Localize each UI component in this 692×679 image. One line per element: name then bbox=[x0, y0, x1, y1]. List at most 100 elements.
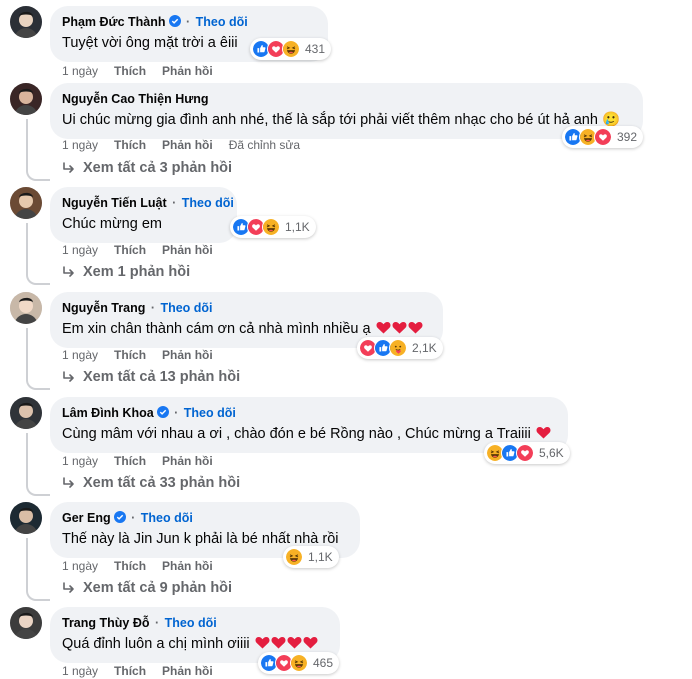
reply-arrow-icon bbox=[63, 582, 74, 593]
author-name[interactable]: Lâm Đình Khoa bbox=[62, 406, 154, 420]
edited-label: Đã chỉnh sửa bbox=[228, 138, 301, 152]
comment-actions: 1 ngày Thích Phản hồi bbox=[62, 454, 229, 468]
view-replies-link[interactable]: Xem tất cả 3 phản hồi bbox=[62, 160, 232, 176]
verified-badge-icon bbox=[168, 15, 181, 27]
like-button[interactable]: Thích bbox=[114, 64, 146, 78]
like-button[interactable]: Thích bbox=[114, 454, 146, 468]
reaction-count: 431 bbox=[305, 42, 326, 56]
reply-arrow-icon bbox=[63, 162, 74, 173]
heart-emoji-icon bbox=[255, 636, 270, 651]
view-replies-link[interactable]: Xem tất cả 33 phản hồi bbox=[62, 475, 240, 491]
like-button[interactable]: Thích bbox=[114, 348, 146, 362]
like-button[interactable]: Thích bbox=[114, 138, 146, 152]
comment-bubble: Nguyễn Cao Thiện Hưng Ui chúc mừng gia đì… bbox=[50, 83, 643, 139]
timestamp[interactable]: 1 ngày bbox=[62, 138, 98, 152]
timestamp[interactable]: 1 ngày bbox=[62, 64, 98, 78]
comment-body: Em xin chân thành cám ơn cả nhà mình nhi… bbox=[62, 321, 371, 337]
reply-button[interactable]: Phản hồi bbox=[162, 64, 213, 78]
avatar[interactable] bbox=[10, 502, 42, 534]
separator-dot: · bbox=[151, 616, 163, 630]
comment-text: Em xin chân thành cám ơn cả nhà mình nhi… bbox=[62, 319, 431, 339]
comment-header: Nguyễn Tiến Luật · Theo dõi bbox=[62, 195, 234, 212]
comment-header: Nguyễn Trang · Theo dõi bbox=[62, 300, 431, 317]
follow-button[interactable]: Theo dõi bbox=[141, 511, 193, 525]
thread-line bbox=[26, 223, 28, 269]
view-replies-label: Xem tất cả 3 phản hồi bbox=[83, 160, 233, 176]
author-name[interactable]: Nguyễn Tiến Luật bbox=[62, 196, 167, 210]
author-name[interactable]: Trang Thùy Đỗ bbox=[62, 616, 150, 630]
reply-button[interactable]: Phản hồi bbox=[162, 664, 213, 678]
follow-button[interactable]: Theo dõi bbox=[196, 15, 248, 29]
verified-badge-icon bbox=[113, 511, 126, 523]
author-name[interactable]: Nguyễn Cao Thiện Hưng bbox=[62, 92, 209, 106]
reaction-summary[interactable]: 431 bbox=[250, 38, 332, 60]
heart-emoji-icon bbox=[287, 636, 302, 651]
timestamp[interactable]: 1 ngày bbox=[62, 348, 98, 362]
reply-button[interactable]: Phản hồi bbox=[162, 454, 213, 468]
view-replies-link[interactable]: Xem tất cả 13 phản hồi bbox=[62, 369, 240, 385]
thread-connector bbox=[26, 165, 50, 181]
avatar[interactable] bbox=[10, 187, 42, 219]
follow-button[interactable]: Theo dõi bbox=[160, 301, 212, 315]
heart-emoji-icon bbox=[408, 321, 423, 336]
view-replies-link[interactable]: Xem tất cả 9 phản hồi bbox=[62, 580, 232, 596]
reaction-summary[interactable]: 1,1K bbox=[283, 546, 339, 568]
reaction-count: 392 bbox=[617, 130, 638, 144]
follow-button[interactable]: Theo dõi bbox=[165, 616, 217, 630]
comment-body: Chúc mừng em bbox=[62, 216, 162, 232]
reaction-count: 465 bbox=[313, 656, 334, 670]
heart-emoji-icon bbox=[536, 426, 551, 441]
comment-text: Chúc mừng em bbox=[62, 214, 225, 234]
care-reaction-icon bbox=[389, 339, 407, 357]
thread-line bbox=[26, 538, 28, 585]
reaction-summary[interactable]: 5,6K bbox=[484, 442, 570, 464]
reply-button[interactable]: Phản hồi bbox=[162, 138, 213, 152]
comment-actions: 1 ngày Thích Phản hồi bbox=[62, 348, 229, 362]
view-replies-label: Xem 1 phản hồi bbox=[83, 264, 191, 280]
reaction-summary[interactable]: 465 bbox=[258, 652, 340, 674]
separator-dot: · bbox=[168, 196, 180, 210]
reply-button[interactable]: Phản hồi bbox=[162, 559, 213, 573]
follow-button[interactable]: Theo dõi bbox=[184, 406, 236, 420]
thread-connector bbox=[26, 269, 50, 285]
author-name[interactable]: Phạm Đức Thành bbox=[62, 15, 166, 29]
comment-header: Lâm Đình Khoa · Theo dõi bbox=[62, 405, 556, 422]
comment-actions: 1 ngày Thích Phản hồi bbox=[62, 243, 229, 257]
reply-button[interactable]: Phản hồi bbox=[162, 243, 213, 257]
comment-actions: 1 ngày Thích Phản hồi Đã chỉnh sửa bbox=[62, 138, 316, 152]
reaction-summary[interactable]: 1,1K bbox=[230, 216, 316, 238]
separator-dot: · bbox=[182, 15, 194, 29]
haha-reaction-icon bbox=[282, 40, 300, 58]
love-reaction-icon bbox=[516, 444, 534, 462]
view-replies-label: Xem tất cả 33 phản hồi bbox=[83, 475, 241, 491]
author-name[interactable]: Nguyễn Trang bbox=[62, 301, 145, 315]
heart-emoji-icon bbox=[392, 321, 407, 336]
view-replies-link[interactable]: Xem 1 phản hồi bbox=[62, 264, 190, 280]
comment-actions: 1 ngày Thích Phản hồi bbox=[62, 664, 229, 678]
reaction-summary[interactable]: 2,1K bbox=[357, 337, 443, 359]
reaction-count: 1,1K bbox=[285, 220, 310, 234]
author-name[interactable]: Ger Eng bbox=[62, 511, 111, 525]
timestamp[interactable]: 1 ngày bbox=[62, 243, 98, 257]
avatar[interactable] bbox=[10, 6, 42, 38]
avatar[interactable] bbox=[10, 83, 42, 115]
separator-dot: · bbox=[170, 406, 182, 420]
like-button[interactable]: Thích bbox=[114, 243, 146, 257]
follow-button[interactable]: Theo dõi bbox=[182, 196, 234, 210]
avatar[interactable] bbox=[10, 292, 42, 324]
timestamp[interactable]: 1 ngày bbox=[62, 454, 98, 468]
timestamp[interactable]: 1 ngày bbox=[62, 664, 98, 678]
like-button[interactable]: Thích bbox=[114, 559, 146, 573]
heart-emoji-icon bbox=[376, 321, 391, 336]
timestamp[interactable]: 1 ngày bbox=[62, 559, 98, 573]
like-button[interactable]: Thích bbox=[114, 664, 146, 678]
avatar[interactable] bbox=[10, 607, 42, 639]
reaction-summary[interactable]: 392 bbox=[562, 126, 644, 148]
reply-button[interactable]: Phản hồi bbox=[162, 348, 213, 362]
reaction-count: 2,1K bbox=[412, 341, 437, 355]
reaction-count: 5,6K bbox=[539, 446, 564, 460]
thread-line bbox=[26, 433, 28, 480]
view-replies-label: Xem tất cả 13 phản hồi bbox=[83, 369, 241, 385]
comment-body: Tuyệt vời ông mặt trời a êiii bbox=[62, 35, 238, 51]
avatar[interactable] bbox=[10, 397, 42, 429]
